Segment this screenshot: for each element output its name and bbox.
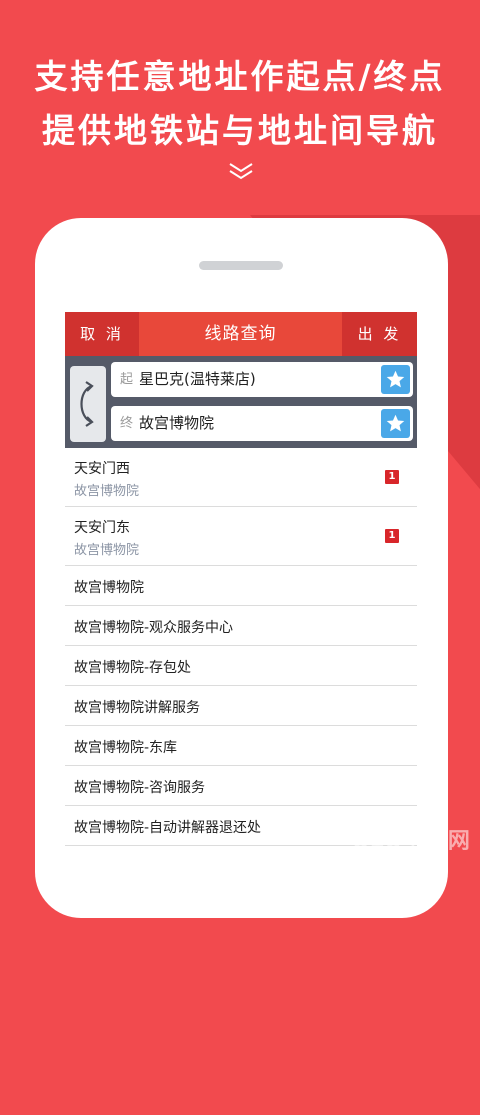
- item-title: 故宫博物院-咨询服务: [74, 780, 206, 796]
- end-favorite-button[interactable]: [381, 409, 410, 438]
- results-list: 天安门西 故宫博物院 1 天安门东 故宫博物院 1 故宫博物院 故宫博物院-观众…: [65, 448, 417, 846]
- promo-headline-2: 提供地铁站与地址间导航: [42, 111, 438, 150]
- app-screen: 取 消 线路查询 出 发 起 星巴克(温特莱店) 终 故宫博物院 天安门西 故宫…: [65, 312, 417, 853]
- item-title: 故宫博物院-自动讲解器退还处: [74, 820, 262, 836]
- list-item[interactable]: 天安门西 故宫博物院 1: [65, 448, 417, 507]
- item-title: 故宫博物院-存包处: [74, 660, 192, 676]
- swap-arrow-icon: [80, 381, 94, 427]
- item-title: 故宫博物院-东库: [74, 740, 178, 756]
- item-title: 故宫博物院-观众服务中心: [74, 620, 234, 636]
- item-subtitle: 故宫博物院: [74, 484, 140, 499]
- end-field[interactable]: 终 故宫博物院: [111, 406, 413, 441]
- start-input[interactable]: 星巴克(温特莱店): [139, 362, 256, 397]
- item-title: 故宫博物院讲解服务: [74, 700, 200, 716]
- metro-line-badge: 1: [385, 529, 399, 543]
- item-title: 故宫博物院: [74, 580, 144, 596]
- list-item[interactable]: 故宫博物院讲解服务: [65, 686, 417, 726]
- list-item[interactable]: 故宫博物院-咨询服务: [65, 766, 417, 806]
- item-title: 天安门东: [74, 520, 130, 536]
- metro-line-badge: 1: [385, 470, 399, 484]
- item-title: 天安门西: [74, 461, 130, 477]
- end-tag: 终: [120, 416, 134, 431]
- list-item[interactable]: 故宫博物院-观众服务中心: [65, 606, 417, 646]
- swap-button[interactable]: [70, 366, 106, 442]
- double-chevron-down-icon: [229, 163, 253, 180]
- page-title: 线路查询: [204, 324, 277, 344]
- item-subtitle: 故宫博物院: [74, 543, 140, 558]
- go-button[interactable]: 出 发: [342, 312, 417, 356]
- end-input[interactable]: 故宫博物院: [139, 406, 214, 441]
- list-item[interactable]: 故宫博物院-东库: [65, 726, 417, 766]
- watermark: 818手游网: [353, 829, 471, 854]
- list-item[interactable]: 故宫博物院: [65, 566, 417, 606]
- star-icon: [386, 370, 405, 388]
- start-favorite-button[interactable]: [381, 365, 410, 394]
- route-panel: 起 星巴克(温特莱店) 终 故宫博物院: [65, 356, 417, 448]
- cancel-button[interactable]: 取 消: [65, 312, 139, 356]
- promo-headline-1: 支持任意地址作起点/终点: [34, 57, 446, 96]
- list-item[interactable]: 天安门东 故宫博物院 1: [65, 507, 417, 566]
- start-field[interactable]: 起 星巴克(温特莱店): [111, 362, 413, 397]
- star-icon: [386, 414, 405, 432]
- nav-bar: 取 消 线路查询 出 发: [65, 312, 417, 356]
- list-item[interactable]: 故宫博物院-存包处: [65, 646, 417, 686]
- phone-speaker: [199, 261, 283, 270]
- start-tag: 起: [120, 372, 134, 387]
